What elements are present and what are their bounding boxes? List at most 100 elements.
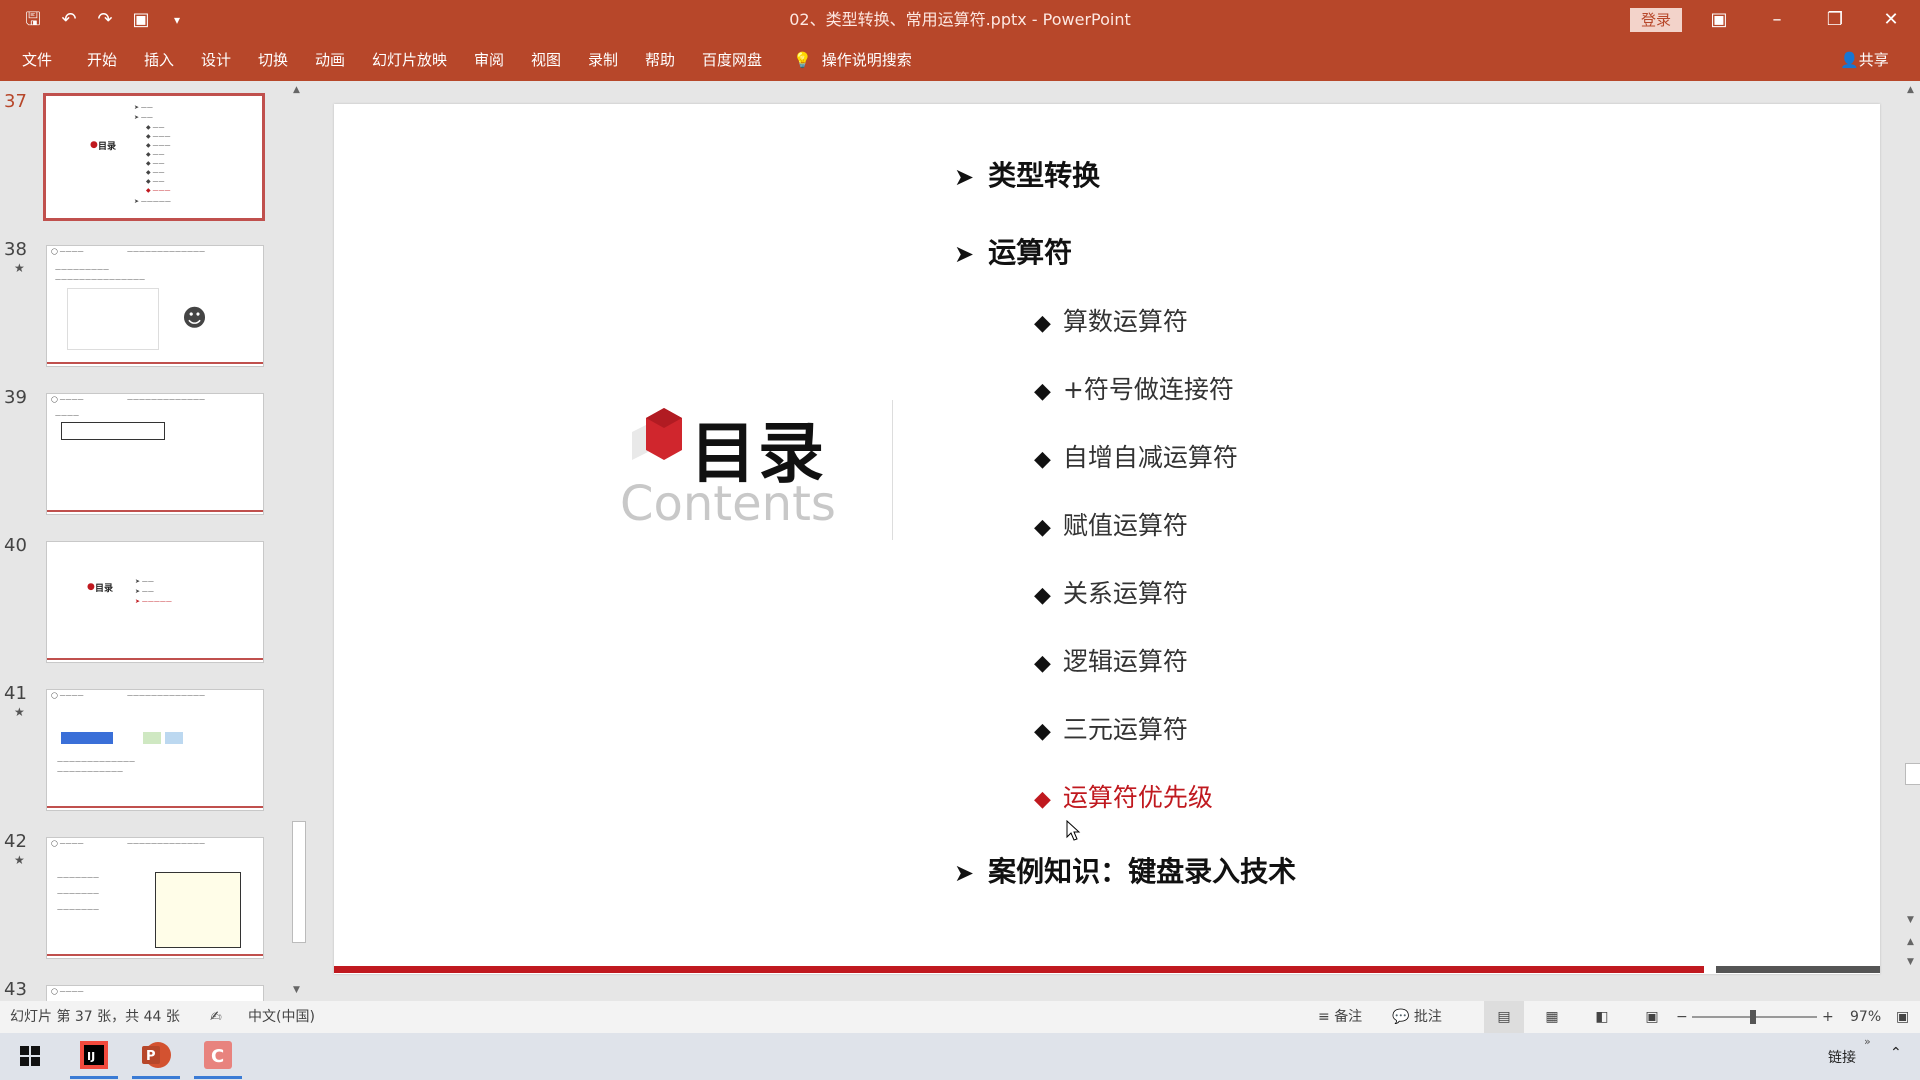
scroll-up-icon[interactable]: ▲ bbox=[293, 85, 300, 95]
windows-start-icon[interactable] bbox=[12, 1039, 48, 1073]
scroll-down-icon[interactable]: ▼ bbox=[1907, 915, 1914, 925]
ribbon-tabs: 文件 开始 插入 设计 切换 动画 幻灯片放映 审阅 视图 录制 帮助 百度网盘… bbox=[0, 40, 1920, 81]
redo-icon[interactable]: ↷ bbox=[94, 9, 116, 31]
svg-text:C: C bbox=[211, 1046, 224, 1067]
cube-logo-icon bbox=[632, 408, 682, 460]
toc-item-level2: ◆ 关系运算符 bbox=[1034, 579, 1188, 608]
thumbnail-number: 42 bbox=[4, 831, 27, 852]
app-c-icon[interactable]: C bbox=[194, 1039, 242, 1079]
normal-view-icon[interactable]: ▤ bbox=[1484, 1001, 1524, 1033]
tab-transitions[interactable]: 切换 bbox=[258, 40, 288, 81]
tab-insert[interactable]: 插入 bbox=[144, 40, 174, 81]
diamond-bullet-icon: ◆ bbox=[1034, 379, 1051, 404]
toc-item-level1: ➤ 类型转换 bbox=[954, 159, 1101, 192]
diamond-bullet-icon: ◆ bbox=[1034, 787, 1051, 812]
thumbnail-heading: 目录 bbox=[98, 142, 117, 152]
diamond-bullet-icon: ◆ bbox=[1034, 583, 1051, 608]
tab-slideshow[interactable]: 幻灯片放映 bbox=[372, 40, 447, 81]
fit-to-window-icon[interactable]: ▣ bbox=[1896, 1001, 1909, 1033]
title-bar: 🖫 ↶ ↷ ▣ ▾ 02、类型转换、常用运算符.pptx - PowerPoin… bbox=[0, 0, 1920, 40]
slide-counter: 幻灯片 第 37 张，共 44 张 bbox=[10, 1009, 180, 1025]
tab-design[interactable]: 设计 bbox=[201, 40, 231, 81]
thumbnail-number: 43 bbox=[4, 979, 27, 1000]
tab-view[interactable]: 视图 bbox=[531, 40, 561, 81]
status-bar: 幻灯片 第 37 张，共 44 张 ✍ 中文(中国) ≡ 备注 💬 批注 ▤ ▦… bbox=[0, 1001, 1920, 1033]
toc-item-level2: ◆ 赋值运算符 bbox=[1034, 511, 1188, 540]
tab-help[interactable]: 帮助 bbox=[645, 40, 675, 81]
intellij-idea-icon[interactable]: IJ bbox=[70, 1039, 118, 1079]
toc-item-level2-highlighted: ◆ 运算符优先级 bbox=[1034, 783, 1213, 812]
tray-expand-icon[interactable]: ⌃ bbox=[1890, 1045, 1902, 1061]
thumbnail-number: 37 bbox=[4, 91, 27, 112]
customize-toolbar-icon[interactable]: ▾ bbox=[166, 9, 188, 31]
close-button[interactable]: ✕ bbox=[1862, 0, 1920, 40]
zoom-out-icon[interactable]: − bbox=[1676, 1001, 1688, 1033]
tab-baidu-netdisk[interactable]: 百度网盘 bbox=[702, 40, 762, 81]
thumbnail-slide-41[interactable]: ◯ ———— ————————————— ————————————— —————… bbox=[46, 689, 264, 811]
toc-item-level2: ◆ +符号做连接符 bbox=[1034, 375, 1234, 404]
notes-button[interactable]: ≡ 备注 bbox=[1318, 1001, 1362, 1033]
tab-home[interactable]: 开始 bbox=[87, 40, 117, 81]
login-button[interactable]: 登录 bbox=[1630, 8, 1682, 32]
thumbnail-slide-38[interactable]: ◯ ———— ————————————— ————————— —————————… bbox=[46, 245, 264, 367]
scroll-down-icon[interactable]: ▼ bbox=[293, 985, 300, 995]
toc-item-level2: ◆ 三元运算符 bbox=[1034, 715, 1188, 744]
person-icon: 👤 bbox=[1840, 51, 1859, 69]
toc-item-level1: ➤ 案例知识：键盘录入技术 bbox=[954, 855, 1297, 888]
thumbnail-slide-39[interactable]: ◯ ———— ————————————— ———— bbox=[46, 393, 264, 515]
powerpoint-icon[interactable]: P bbox=[132, 1039, 180, 1079]
thumbnail-scrollbar[interactable]: ▲ ▼ bbox=[290, 81, 306, 1001]
toc-item-level2: ◆ 逻辑运算符 bbox=[1034, 647, 1188, 676]
animation-star-icon: ★ bbox=[14, 261, 25, 275]
slideshow-view-icon[interactable]: ▣ bbox=[1632, 1001, 1672, 1033]
thumbnail-slide-37[interactable]: ● 目录 ➤ —— ➤ —— ◆ —— ◆ ——— ◆ ——— ◆ —— ◆ —… bbox=[43, 93, 265, 221]
svg-text:P: P bbox=[146, 1049, 156, 1064]
slide-scrollbar[interactable]: ▲ ▼ ▲ ▼ bbox=[1904, 81, 1920, 1001]
reading-view-icon[interactable]: ◧ bbox=[1582, 1001, 1622, 1033]
thumbnail-slide-42[interactable]: ◯ ———— ————————————— ——————— ——————— ———… bbox=[46, 837, 264, 959]
share-button[interactable]: 👤共享 bbox=[1840, 40, 1889, 81]
tab-animations[interactable]: 动画 bbox=[315, 40, 345, 81]
toc-item-level1: ➤ 运算符 bbox=[954, 236, 1073, 269]
language-indicator[interactable]: 中文(中国) bbox=[248, 1001, 315, 1033]
tab-review[interactable]: 审阅 bbox=[474, 40, 504, 81]
thumbnail-scroll-thumb[interactable] bbox=[292, 821, 306, 943]
lightbulb-icon: 💡 bbox=[793, 51, 812, 69]
thumbnail-slide-40[interactable]: ● 目录 ➤ —— ➤ —— ➤ ————— bbox=[46, 541, 264, 663]
scroll-up-icon[interactable]: ▲ bbox=[1907, 85, 1914, 95]
zoom-level[interactable]: 97% bbox=[1850, 1001, 1881, 1033]
next-slide-icon[interactable]: ▼ bbox=[1907, 957, 1914, 967]
slide-sorter-icon[interactable]: ▦ bbox=[1532, 1001, 1572, 1033]
comment-icon: 💬 bbox=[1392, 1009, 1414, 1025]
svg-text:IJ: IJ bbox=[87, 1050, 95, 1063]
chevron-icon[interactable]: » bbox=[1864, 1035, 1871, 1048]
animation-star-icon: ★ bbox=[14, 705, 25, 719]
previous-slide-icon[interactable]: ▲ bbox=[1907, 937, 1914, 947]
undo-icon[interactable]: ↶ bbox=[58, 9, 80, 31]
taskbar-link-label[interactable]: 链接 bbox=[1828, 1047, 1856, 1067]
thumbnail-slide-43[interactable]: ◯ ———— bbox=[46, 985, 264, 1001]
minimize-button[interactable]: – bbox=[1748, 0, 1806, 40]
zoom-slider-handle[interactable] bbox=[1750, 1010, 1756, 1024]
windows-taskbar: IJ P C » 链接 ⌃ bbox=[0, 1033, 1920, 1080]
animation-star-icon: ★ bbox=[14, 853, 25, 867]
diamond-bullet-icon: ◆ bbox=[1034, 447, 1051, 472]
tab-record[interactable]: 录制 bbox=[588, 40, 618, 81]
slide-subheading: Contents bbox=[620, 476, 836, 532]
diamond-bullet-icon: ◆ bbox=[1034, 719, 1051, 744]
mini-logo-icon: ● bbox=[90, 140, 98, 150]
spellcheck-icon[interactable]: ✍ bbox=[210, 1001, 222, 1033]
present-from-start-icon[interactable]: ▣ bbox=[130, 9, 152, 31]
restore-button[interactable]: ❐ bbox=[1806, 0, 1864, 40]
tell-me-search[interactable]: 💡 操作说明搜索 bbox=[793, 40, 912, 81]
zoom-in-icon[interactable]: + bbox=[1822, 1001, 1834, 1033]
mini-logo-icon: ● bbox=[87, 582, 95, 592]
diamond-bullet-icon: ◆ bbox=[1034, 515, 1051, 540]
ribbon-display-options-icon[interactable]: ▣ bbox=[1690, 0, 1748, 40]
tab-file[interactable]: 文件 bbox=[22, 40, 52, 81]
slide-scroll-thumb[interactable] bbox=[1905, 763, 1920, 785]
save-icon[interactable]: 🖫 bbox=[22, 9, 44, 31]
current-slide[interactable]: 目录 Contents ➤ 类型转换 ➤ 运算符 ◆ 算数运算符 ◆ +符号做连接符 ◆… bbox=[334, 104, 1880, 974]
comments-button[interactable]: 💬 批注 bbox=[1392, 1001, 1442, 1033]
footer-red-bar bbox=[334, 966, 1704, 973]
